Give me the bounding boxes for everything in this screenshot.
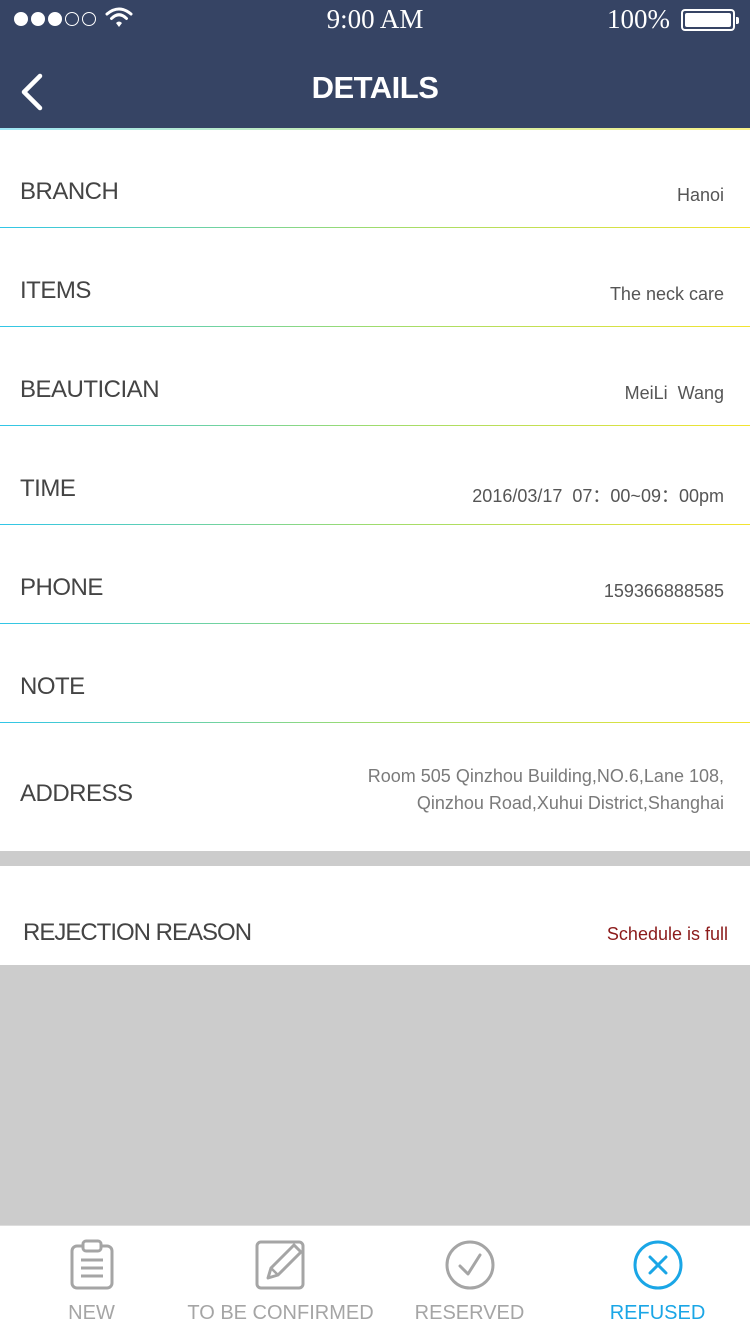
divider (0, 523, 750, 525)
rejection-reason-label: REJECTION REASON (23, 919, 252, 946)
tab-label: RESERVED (414, 1302, 525, 1324)
detail-row-time: TIME 2016/03/17 07：00~09：00pm (0, 427, 750, 525)
detail-label: NOTE (20, 673, 85, 700)
check-circle-icon (445, 1240, 494, 1290)
edit-icon (255, 1240, 304, 1290)
divider (0, 721, 750, 723)
address-line-1: Room 505 Qinzhou Building,NO.6,Lane 108, (367, 766, 724, 786)
tab-to-be-confirmed[interactable]: TO BE CONFIRMED (183, 1226, 378, 1335)
page-title: DETAILS (311, 70, 439, 105)
detail-value-address: Room 505 Qinzhou Building,NO.6,Lane 108,… (368, 763, 724, 817)
detail-label: BEAUTICIAN (20, 376, 160, 403)
rejection-reason-value: Schedule is full (606, 924, 728, 944)
tab-reserved[interactable]: RESERVED (378, 1226, 561, 1335)
tab-bar: NEW TO BE CONFIRMED RESERVED REFUSED (0, 1225, 750, 1335)
navigation-bar: DETAILS (0, 40, 750, 128)
detail-label: PHONE (20, 574, 103, 601)
divider (0, 622, 750, 624)
detail-label-address: ADDRESS (20, 780, 133, 807)
tab-new[interactable]: NEW (0, 1226, 183, 1335)
detail-row-phone: PHONE 159366888585 (0, 526, 750, 624)
detail-row-branch: BRANCH Hanoi (0, 130, 750, 228)
detail-label: ITEMS (20, 277, 91, 304)
divider (0, 325, 750, 327)
tab-label: REFUSED (609, 1302, 706, 1324)
detail-row-beautician: BEAUTICIAN MeiLi Wang (0, 328, 750, 426)
divider (0, 424, 750, 426)
rejection-reason-row: REJECTION REASON Schedule is full (0, 866, 750, 965)
section-separator (0, 851, 750, 866)
battery-icon (681, 9, 739, 31)
battery-percentage: 100% (607, 4, 670, 34)
detail-value: 2016/03/17 07：00~09：00pm (472, 486, 724, 506)
close-circle-icon (633, 1240, 682, 1290)
detail-row-items: ITEMS The neck care (0, 229, 750, 327)
detail-value: MeiLi Wang (624, 383, 724, 403)
detail-value: The neck care (609, 284, 724, 304)
tab-label: NEW (68, 1302, 115, 1324)
empty-area (0, 965, 750, 1225)
detail-label: BRANCH (20, 178, 119, 205)
tab-label: TO BE CONFIRMED (187, 1302, 374, 1324)
detail-value: 159366888585 (603, 581, 724, 601)
divider (0, 226, 750, 228)
clipboard-icon (70, 1239, 113, 1290)
detail-value: Hanoi (676, 185, 724, 205)
tab-refused[interactable]: REFUSED (565, 1226, 750, 1335)
detail-row-note: NOTE (0, 625, 750, 723)
status-bar: 9:00 AM 100% (0, 0, 750, 40)
detail-label: TIME (20, 475, 76, 502)
address-line-2: Qinzhou Road,Xuhui District,Shanghai (416, 793, 724, 813)
